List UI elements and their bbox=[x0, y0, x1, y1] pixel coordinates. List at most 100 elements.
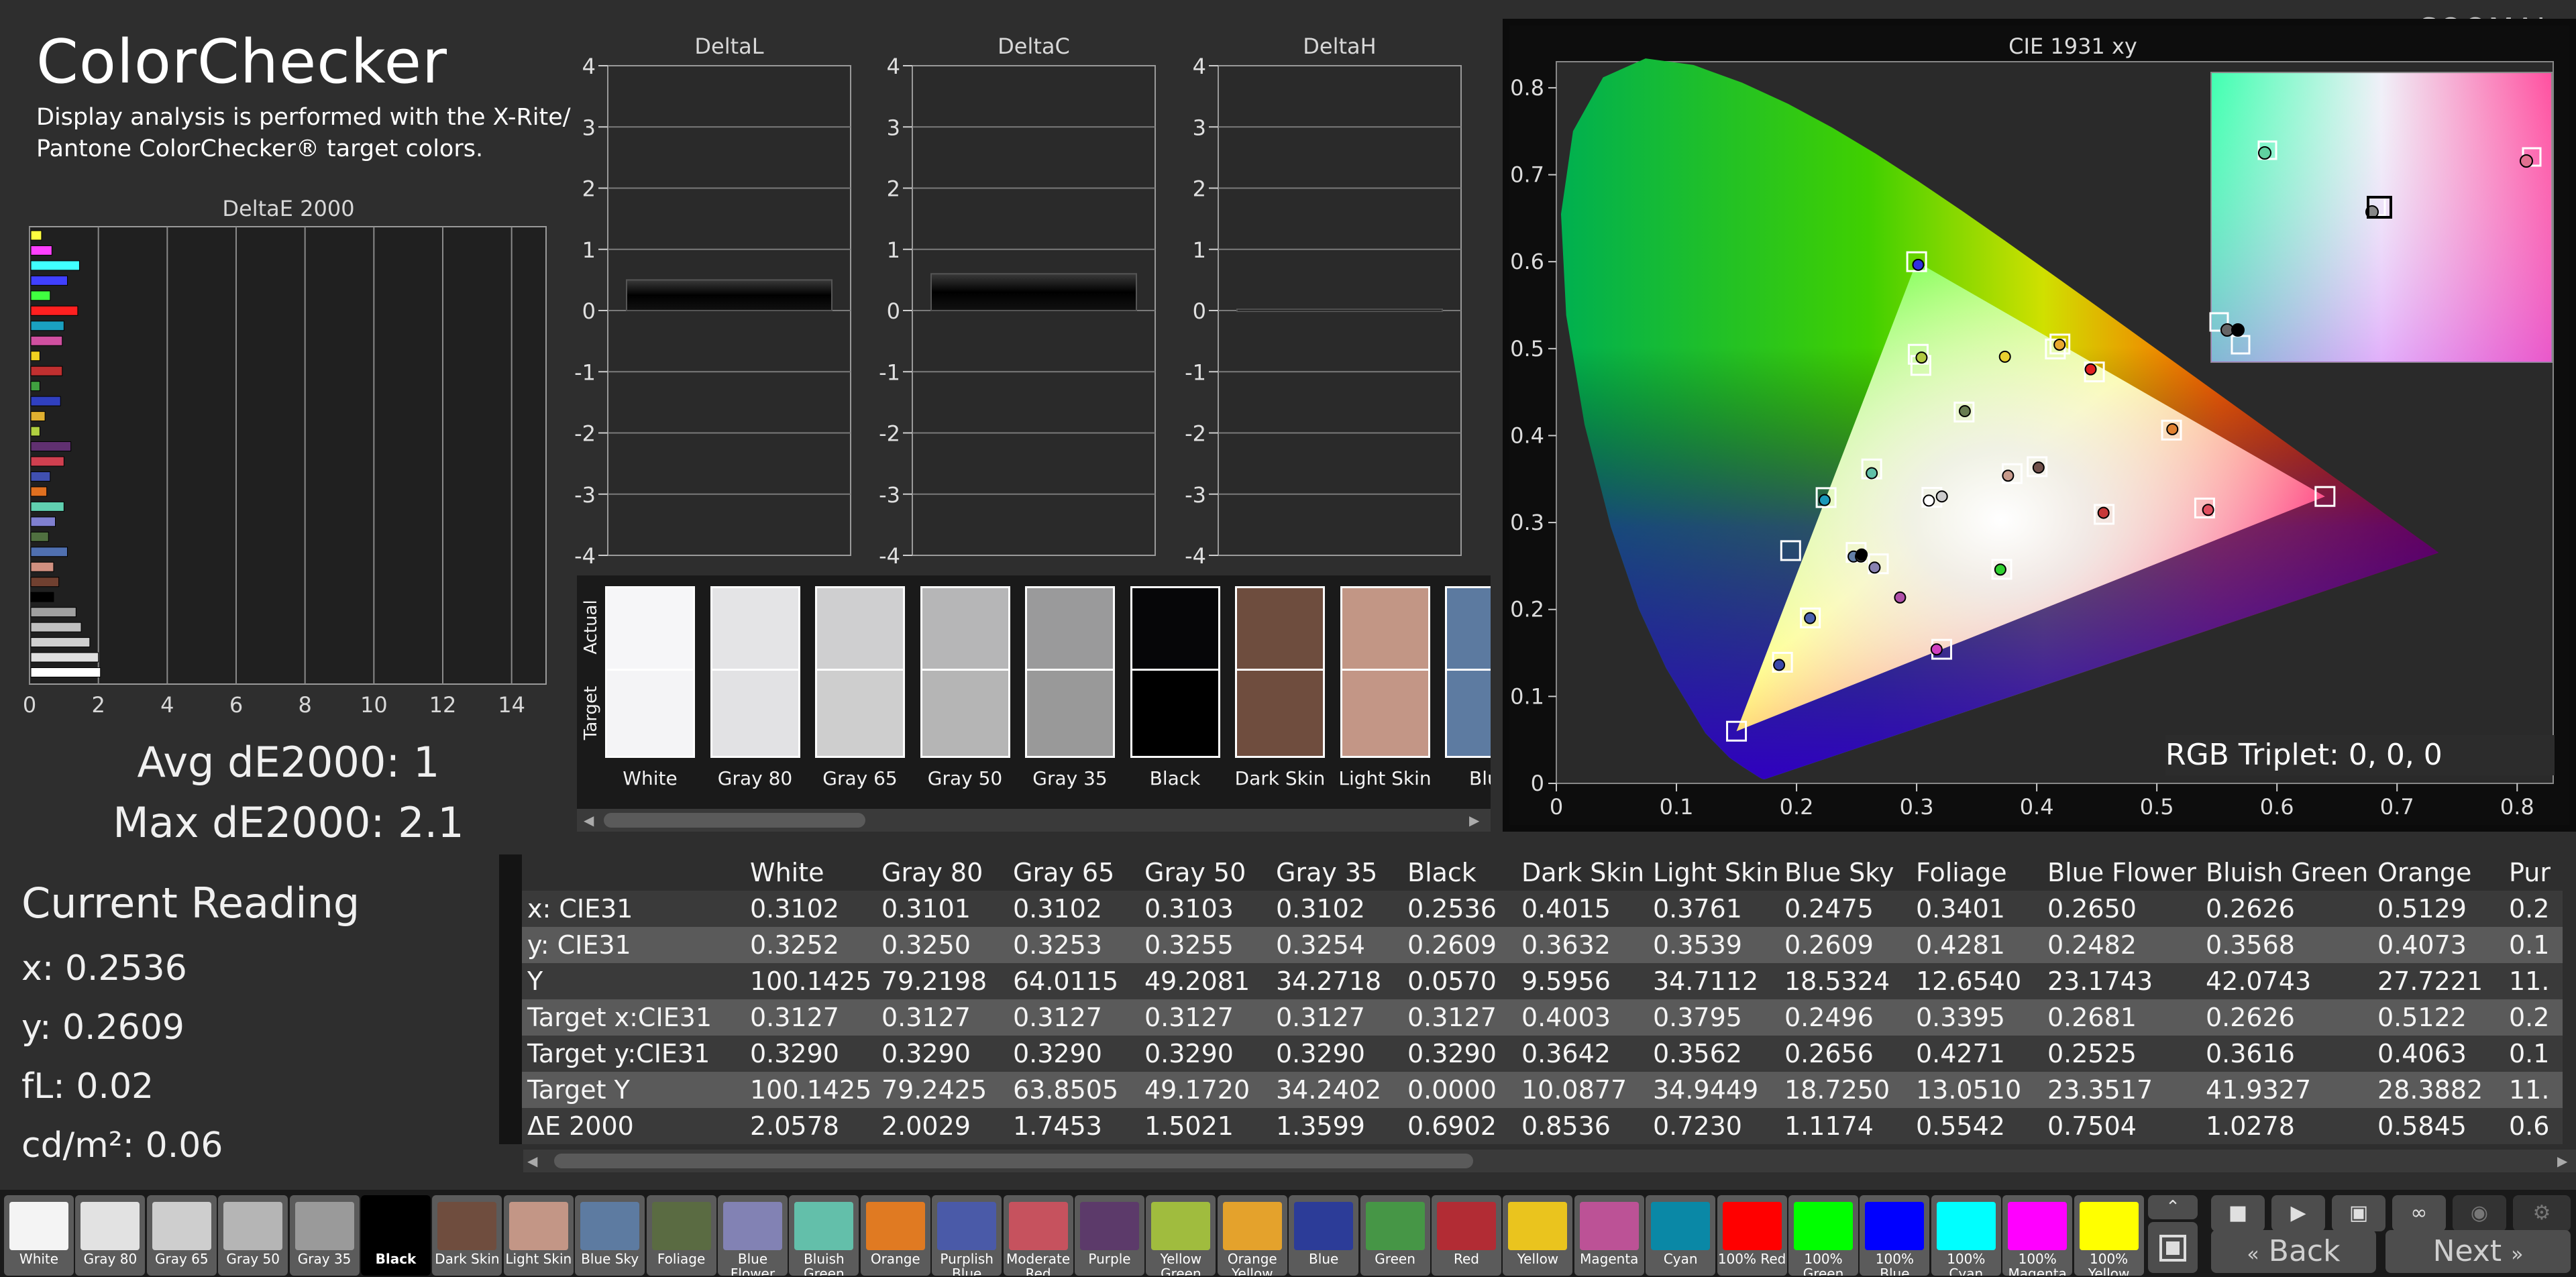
patch-button[interactable]: Magenta bbox=[1574, 1195, 1644, 1276]
patch-button[interactable]: Gray 80 bbox=[75, 1195, 146, 1276]
column-header[interactable]: Gray 50 bbox=[1144, 854, 1276, 891]
row-selector[interactable] bbox=[499, 891, 522, 927]
table-cell: 0.4281 bbox=[1916, 927, 2047, 963]
row-selector[interactable] bbox=[499, 999, 522, 1036]
patch-button[interactable]: 100% Magenta bbox=[2002, 1195, 2073, 1276]
patch-chip bbox=[723, 1202, 782, 1250]
patch-button[interactable]: Gray 35 bbox=[289, 1195, 360, 1276]
patch-button[interactable]: Blue bbox=[1289, 1195, 1359, 1276]
table-cell: 1.0278 bbox=[2206, 1108, 2377, 1144]
table-cell: 0.3290 bbox=[1407, 1036, 1521, 1072]
patch-chip bbox=[9, 1202, 68, 1250]
column-header[interactable]: Blue Flower bbox=[2047, 854, 2206, 891]
collapse-up-icon[interactable]: ⌃ bbox=[2148, 1195, 2198, 1219]
column-header[interactable]: Gray 35 bbox=[1276, 854, 1407, 891]
page-subtitle: Display analysis is performed with the X… bbox=[36, 104, 571, 162]
scroll-left-icon[interactable]: ◀ bbox=[584, 813, 598, 828]
measurement-table[interactable]: White Gray 80 Gray 65 Gray 50 Gray 35 Black Da… bbox=[499, 854, 2576, 1172]
column-header[interactable]: White bbox=[750, 854, 881, 891]
actual-point bbox=[1915, 351, 1928, 364]
patch-button[interactable]: Dark Skin bbox=[432, 1195, 502, 1276]
patch-button[interactable]: White bbox=[4, 1195, 74, 1276]
table-cell: 0.3102 bbox=[1013, 891, 1144, 927]
table-scroll-left-icon[interactable]: ◀ bbox=[527, 1154, 542, 1168]
patch-button[interactable]: Blue Flower bbox=[718, 1195, 788, 1276]
table-cell: 0.2496 bbox=[1784, 999, 1916, 1036]
swatch-label: Dark Skin bbox=[1234, 767, 1326, 789]
patch-button[interactable]: Purplish Blue bbox=[932, 1195, 1002, 1276]
actual-point bbox=[2002, 469, 2015, 482]
actual-point bbox=[1912, 258, 1925, 271]
patch-button[interactable]: Purple bbox=[1075, 1195, 1144, 1276]
stop-button[interactable] bbox=[2148, 1222, 2198, 1273]
play-button[interactable]: ▶ bbox=[2271, 1195, 2325, 1231]
patch-button[interactable]: Moderate Red bbox=[1003, 1195, 1073, 1276]
record-button[interactable]: ■ bbox=[2211, 1195, 2265, 1231]
table-cell: 64.0115 bbox=[1013, 963, 1144, 999]
patch-button[interactable]: Foliage bbox=[646, 1195, 716, 1276]
patch-button[interactable]: Orange Yellow bbox=[1217, 1195, 1287, 1276]
column-header[interactable]: Black bbox=[1407, 854, 1521, 891]
table-cell: 0.3795 bbox=[1653, 999, 1784, 1036]
patch-name: Purple bbox=[1088, 1251, 1131, 1267]
column-header[interactable]: Pur bbox=[2509, 854, 2563, 891]
patch-button[interactable]: Cyan bbox=[1646, 1195, 1716, 1276]
row-selector[interactable] bbox=[499, 1108, 522, 1144]
patch-button[interactable]: 100% Yellow bbox=[2074, 1195, 2144, 1276]
patch-button[interactable]: Yellow bbox=[1503, 1195, 1573, 1276]
deltae-bar bbox=[30, 486, 48, 497]
patch-chip bbox=[152, 1202, 211, 1250]
patch-button[interactable]: 100% Blue bbox=[1860, 1195, 1930, 1276]
loop-button[interactable]: ∞ bbox=[2392, 1195, 2446, 1231]
row-selector[interactable] bbox=[499, 1036, 522, 1072]
camera-button[interactable]: ◉ bbox=[2453, 1195, 2506, 1231]
page-title: ColorChecker bbox=[36, 27, 447, 97]
column-header[interactable]: Dark Skin bbox=[1521, 854, 1653, 891]
patch-button[interactable]: Light Skin bbox=[503, 1195, 574, 1276]
column-header[interactable]: Orange bbox=[2377, 854, 2509, 891]
column-header[interactable]: Blue Sky bbox=[1784, 854, 1916, 891]
swatch-label: Gray 35 bbox=[1032, 767, 1108, 789]
patch-button[interactable]: 100% Cyan bbox=[1931, 1195, 2001, 1276]
scroll-thumb[interactable] bbox=[604, 813, 865, 828]
swatch-strip[interactable]: Actual Target White Gray 80 Gray 65 Gray 50… bbox=[577, 575, 1491, 809]
swatch-label: Gray 65 bbox=[822, 767, 898, 789]
row-selector[interactable] bbox=[499, 1072, 522, 1108]
table-scroll-thumb[interactable] bbox=[554, 1154, 1473, 1168]
row-selector[interactable] bbox=[499, 927, 522, 963]
patch-button[interactable]: Gray 65 bbox=[146, 1195, 217, 1276]
table-cell: 12.6540 bbox=[1916, 963, 2047, 999]
patch-button[interactable]: Bluish Green bbox=[789, 1195, 859, 1276]
patch-button[interactable]: Yellow Green bbox=[1146, 1195, 1216, 1276]
patch-button[interactable]: Green bbox=[1360, 1195, 1430, 1276]
table-row: Target y:CIE31 0.3290 0.3290 0.3290 0.3290 0.… bbox=[499, 1036, 2563, 1072]
table-cell: 0.2525 bbox=[2047, 1036, 2206, 1072]
delta-tick-label: -4 bbox=[879, 543, 900, 569]
patch-button[interactable]: Red bbox=[1432, 1195, 1501, 1276]
patch-button[interactable]: Orange bbox=[860, 1195, 930, 1276]
deltae-tick-label: 14 bbox=[498, 692, 525, 718]
row-selector[interactable] bbox=[499, 963, 522, 999]
column-header[interactable]: Light Skin bbox=[1653, 854, 1784, 891]
patch-button[interactable]: 100% Red bbox=[1717, 1195, 1787, 1276]
patch-button[interactable]: Black bbox=[361, 1195, 431, 1276]
column-header[interactable]: Gray 80 bbox=[881, 854, 1013, 891]
save-button[interactable]: ▣ bbox=[2332, 1195, 2385, 1231]
back-button[interactable]: « Back bbox=[2211, 1230, 2376, 1273]
swatch-scrollbar[interactable]: ◀ ▶ bbox=[577, 809, 1491, 832]
scroll-right-icon[interactable]: ▶ bbox=[1469, 813, 1484, 828]
patch-button[interactable]: Blue Sky bbox=[575, 1195, 645, 1276]
column-header[interactable]: Gray 65 bbox=[1013, 854, 1144, 891]
next-button[interactable]: Next » bbox=[2385, 1230, 2571, 1273]
table-cell: 0.3290 bbox=[1013, 1036, 1144, 1072]
table-scrollbar[interactable]: ◀ ▶ bbox=[523, 1150, 2576, 1172]
settings-button[interactable]: ⚙ bbox=[2513, 1195, 2571, 1231]
column-header[interactable]: Bluish Green bbox=[2206, 854, 2377, 891]
column-header[interactable]: Foliage bbox=[1916, 854, 2047, 891]
table-scroll-right-icon[interactable]: ▶ bbox=[2557, 1154, 2572, 1168]
deltae-bar bbox=[30, 321, 64, 331]
deltae-bar bbox=[30, 622, 82, 632]
row-label: Target Y bbox=[522, 1072, 750, 1108]
patch-button[interactable]: Gray 50 bbox=[218, 1195, 288, 1276]
patch-button[interactable]: 100% Green bbox=[1788, 1195, 1858, 1276]
